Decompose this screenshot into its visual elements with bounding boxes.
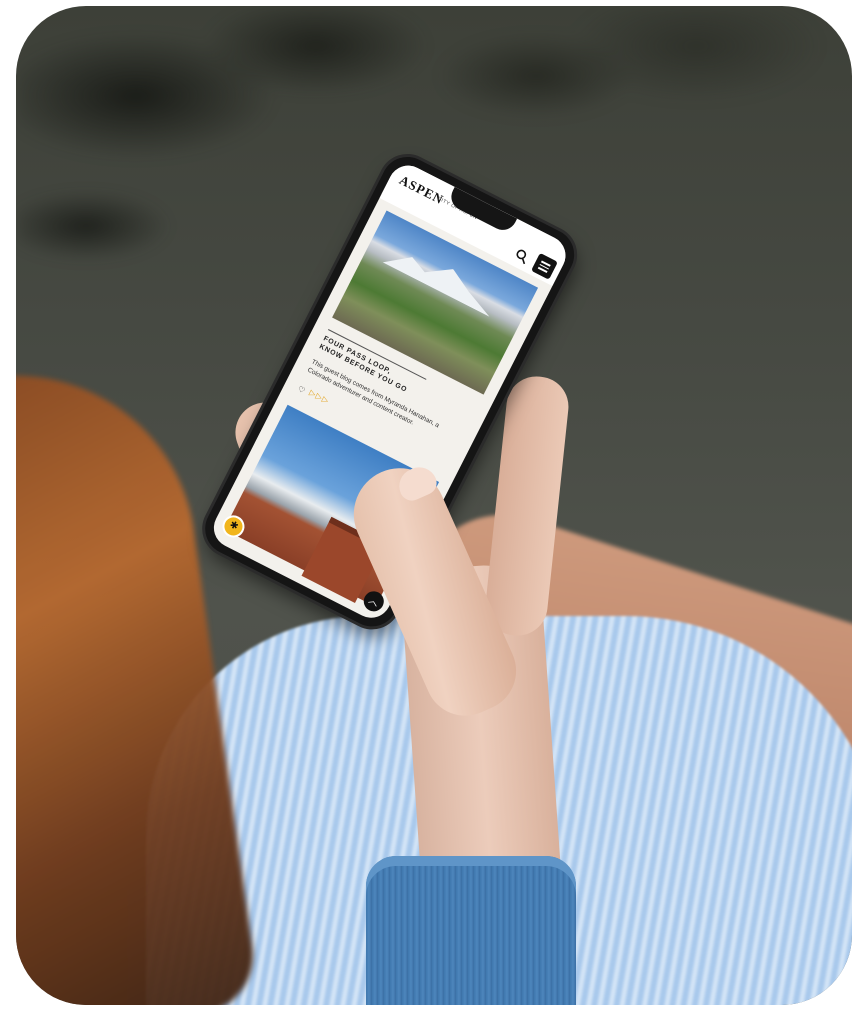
- heart-icon[interactable]: ♡: [296, 384, 306, 395]
- denim-sleeve: [366, 856, 576, 1005]
- menu-icon[interactable]: [531, 252, 558, 280]
- photo-frame: ASPEN CITY OF ASPEN FOUR PASS L: [16, 6, 852, 1005]
- search-icon[interactable]: [512, 246, 531, 265]
- arrow-icon[interactable]: ▷▷▷: [308, 388, 331, 406]
